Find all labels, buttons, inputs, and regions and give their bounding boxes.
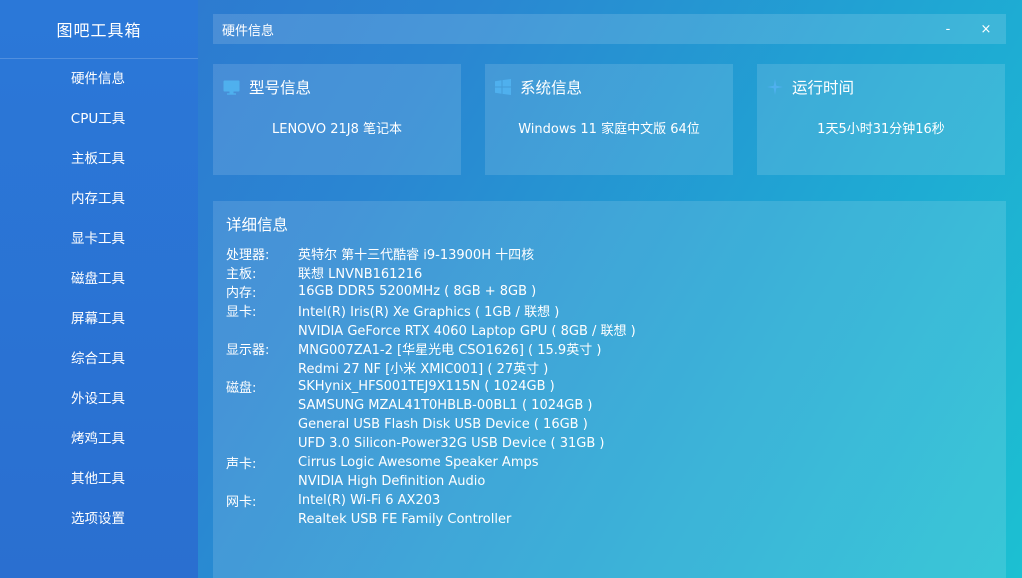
detail-row: General USB Flash Disk USB Device ( 16GB… [226,415,636,434]
detail-row-key: 显示器: [226,343,270,358]
detail-row: 内存: 16GB DDR5 5200MHz ( 8GB + 8GB ) [226,282,636,301]
sidebar-item-other-tools[interactable]: 其他工具 [0,457,198,497]
model-info-value: LENOVO 21J8 笔记本 [272,122,402,137]
detail-row: Realtek USB FE Family Controller [226,510,636,529]
detail-row: 显卡: Intel(R) Iris(R) Xe Graphics ( 1GB / … [226,301,636,320]
sidebar-item-stress-tools[interactable]: 烤鸡工具 [0,417,198,457]
detail-row: SAMSUNG MZAL41T0HBLB-00BL1 ( 1024GB ) [226,396,636,415]
close-button[interactable]: × [968,14,1004,44]
detail-row: Redmi 27 NF [小米 XMIC001] ( 27英寸 ) [226,358,636,377]
detail-row-value: SAMSUNG MZAL41T0HBLB-00BL1 ( 1024GB ) [298,398,593,413]
detail-row: 网卡: Intel(R) Wi-Fi 6 AX203 [226,491,636,510]
detail-row: NVIDIA High Definition Audio [226,472,636,491]
sidebar-item-motherboard-tools[interactable]: 主板工具 [0,137,198,177]
detail-row-value: Cirrus Logic Awesome Speaker Amps [298,455,539,470]
window-titlebar: 硬件信息 - × [213,14,1006,44]
uptime-card: 运行时间 1天5小时31分钟16秒 [757,64,1005,175]
sidebar-item-cpu-tools[interactable]: CPU工具 [0,97,198,137]
sidebar-item-gpu-tools[interactable]: 显卡工具 [0,217,198,257]
sidebar-item-peripheral-tools[interactable]: 外设工具 [0,377,198,417]
detail-row-key: 处理器: [226,248,270,263]
system-info-value: Windows 11 家庭中文版 64位 [518,122,700,137]
detail-row-key: 显卡: [226,305,257,320]
detail-row-value: 联想 LNVNB161216 [298,267,423,282]
detail-row-value: NVIDIA GeForce RTX 4060 Laptop GPU ( 8GB… [298,324,636,339]
detail-row-value: SKHynix_HFS001TEJ9X115N ( 1024GB ) [298,379,555,394]
window-title: 硬件信息 [222,23,275,39]
detail-row-value: Intel(R) Wi-Fi 6 AX203 [298,493,441,508]
uptime-value: 1天5小时31分钟16秒 [817,122,945,137]
detail-title: 详细信息 [226,216,289,234]
detail-row-value: UFD 3.0 Silicon-Power32G USB Device ( 31… [298,436,605,451]
sidebar: 图吧工具箱 硬件信息 CPU工具 主板工具 内存工具 显卡工具 磁盘工具 屏幕工… [0,0,198,578]
detail-row-value: General USB Flash Disk USB Device ( 16GB… [298,417,588,432]
system-info-title: 系统信息 [520,79,583,97]
sidebar-item-hardware-info[interactable]: 硬件信息 [0,57,198,97]
system-info-card: 系统信息 Windows 11 家庭中文版 64位 [485,64,733,175]
sidebar-item-general-tools[interactable]: 综合工具 [0,337,198,377]
sidebar-item-settings[interactable]: 选项设置 [0,497,198,537]
sidebar-nav: 硬件信息 CPU工具 主板工具 内存工具 显卡工具 磁盘工具 屏幕工具 综合工具… [0,57,198,537]
detail-row-key: 内存: [226,286,257,301]
sidebar-item-memory-tools[interactable]: 内存工具 [0,177,198,217]
detail-row-key: 磁盘: [226,381,257,396]
monitor-icon [223,80,240,95]
main-panel: 硬件信息 - × 型号信息 LENOVO 21J8 笔记本 系统信息 Windo… [213,0,1006,578]
detail-row: 处理器: 英特尔 第十三代酷睿 i9-13900H 十四核 [226,244,636,263]
detail-row-value: Redmi 27 NF [小米 XMIC001] ( 27英寸 ) [298,362,549,377]
sidebar-item-disk-tools[interactable]: 磁盘工具 [0,257,198,297]
app-title: 图吧工具箱 [0,0,198,59]
detail-row-key: 主板: [226,267,257,282]
detail-row: 声卡: Cirrus Logic Awesome Speaker Amps [226,453,636,472]
detail-row-value: Realtek USB FE Family Controller [298,512,512,527]
sidebar-item-screen-tools[interactable]: 屏幕工具 [0,297,198,337]
windows-icon [495,79,511,95]
detail-row-value: 英特尔 第十三代酷睿 i9-13900H 十四核 [298,248,535,263]
detail-row: NVIDIA GeForce RTX 4060 Laptop GPU ( 8GB… [226,320,636,339]
sparkle-icon [767,79,783,95]
detail-row: 主板: 联想 LNVNB161216 [226,263,636,282]
uptime-title: 运行时间 [792,79,855,97]
detail-row: 磁盘: SKHynix_HFS001TEJ9X115N ( 1024GB ) [226,377,636,396]
model-info-title: 型号信息 [249,79,312,97]
detail-list: 处理器: 英特尔 第十三代酷睿 i9-13900H 十四核 主板: 联想 LNVNB… [226,244,636,529]
minimize-button[interactable]: - [930,14,966,44]
detail-row-key: 网卡: [226,495,257,510]
detail-row-value: NVIDIA High Definition Audio [298,474,486,489]
detail-panel: 详细信息 处理器: 英特尔 第十三代酷睿 i9-13900H 十四核 主板: 联想 … [213,201,1006,578]
detail-row-value: 16GB DDR5 5200MHz ( 8GB + 8GB ) [298,284,537,299]
detail-row-value: MNG007ZA1-2 [华星光电 CSO1626] ( 15.9英寸 ) [298,343,602,358]
model-info-card: 型号信息 LENOVO 21J8 笔记本 [213,64,461,175]
detail-row: UFD 3.0 Silicon-Power32G USB Device ( 31… [226,434,636,453]
detail-row-value: Intel(R) Iris(R) Xe Graphics ( 1GB / 联想 … [298,305,560,320]
detail-row: 显示器: MNG007ZA1-2 [华星光电 CSO1626] ( 15.9英寸 … [226,339,636,358]
detail-row-key: 声卡: [226,457,257,472]
